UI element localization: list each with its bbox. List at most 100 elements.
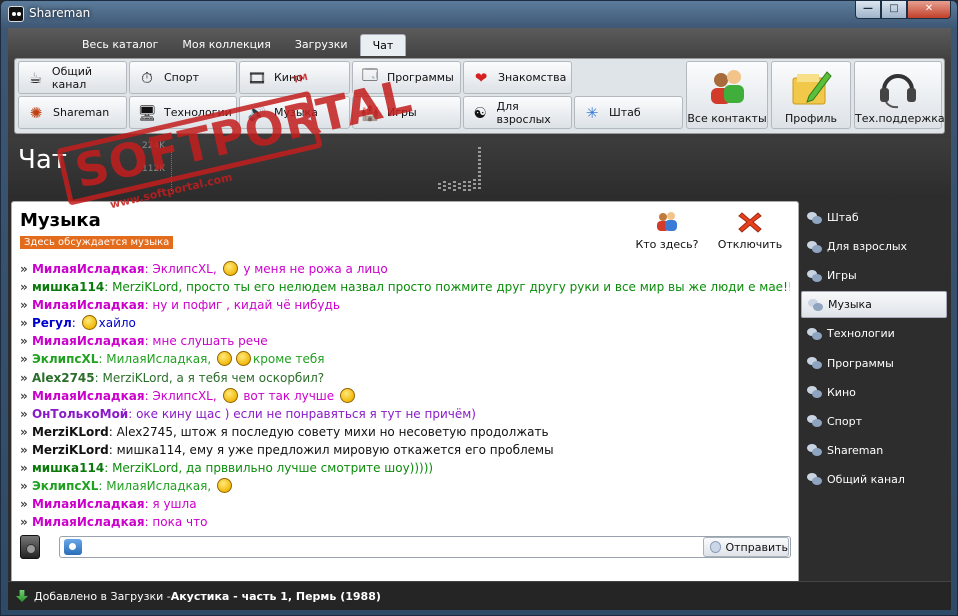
room-item[interactable]: Технологии	[801, 320, 947, 347]
minimize-button[interactable]: —	[855, 1, 881, 19]
app-window: Shareman — □ ✕ Весь каталог Моя коллекци…	[0, 0, 958, 616]
shareman-logo-icon	[8, 6, 24, 22]
message-bullet: »	[20, 352, 32, 367]
chat-bubbles-icon	[808, 298, 824, 312]
tab-downloads[interactable]: Загрузки	[283, 34, 360, 56]
main-tabs: Весь каталог Моя коллекция Загрузки Чат	[70, 34, 407, 56]
room-label: Программы	[827, 356, 894, 370]
room-item[interactable]: Спорт	[801, 408, 947, 435]
channel-label: Знакомства	[498, 71, 567, 84]
chat-message: » ЭклипсXL: МилаяИсладкая, кроме тебя	[20, 350, 790, 368]
film-icon: 🎞	[247, 68, 267, 87]
message-author[interactable]: МилаяИсладкая	[32, 389, 145, 403]
chat-message: » Alex2745: MerziKLord, а я тебя чем оск…	[20, 369, 790, 387]
chat-message: » ЭклипсXL: МилаяИсладкая,	[20, 477, 790, 495]
message-input[interactable]	[86, 538, 701, 556]
message-author[interactable]: MerziKLord	[32, 425, 109, 439]
status-prefix: Добавлено в Загрузки -	[34, 589, 171, 603]
emoticon-picker-icon[interactable]	[64, 539, 82, 555]
message-author[interactable]: MerziKLord	[32, 443, 109, 457]
message-text: у меня не рожа а лицо	[239, 262, 388, 276]
channel-programs-button[interactable]: 🗔 Программы	[352, 61, 461, 94]
channel-dating-button[interactable]: ❤ Знакомства	[463, 61, 572, 94]
leave-room-button[interactable]: Отключить	[717, 210, 783, 251]
room-item[interactable]: Кино	[801, 379, 947, 406]
message-author[interactable]: Регул	[32, 316, 72, 330]
message-author[interactable]: МилаяИсладкая	[32, 298, 145, 312]
message-bullet: »	[20, 442, 32, 457]
channel-label: Для взрослых	[496, 99, 551, 126]
channel-general-button[interactable]: ☕ Общий канал	[18, 61, 127, 94]
message-text: MerziKLord, да прввильно лучше смотрите …	[112, 461, 434, 476]
who-is-here-label: Кто здесь?	[635, 238, 699, 251]
shareman-icon: ✺	[29, 103, 43, 122]
channel-shareman-button[interactable]: ✺ Shareman	[18, 96, 127, 129]
channel-adult-button[interactable]: ☯ Для взрослых	[463, 96, 572, 129]
smiley-icon	[339, 387, 355, 403]
room-item[interactable]: Для взрослых	[801, 233, 947, 260]
all-contacts-button[interactable]: Все контакты	[686, 61, 768, 129]
channel-hq-button[interactable]: ✳ Штаб	[574, 96, 683, 129]
message-author[interactable]: ОнТолькоМой	[32, 407, 128, 421]
status-item: Акустика - часть 1, Пермь (1988)	[170, 589, 381, 603]
room-item[interactable]: Общий канал	[801, 466, 947, 493]
close-button[interactable]: ✕	[907, 1, 951, 19]
send-icon	[710, 541, 722, 553]
message-bullet: »	[20, 298, 32, 313]
profile-button[interactable]: Профиль	[771, 61, 851, 129]
tech-support-button[interactable]: Тех.поддержка	[854, 61, 945, 129]
channel-label: Shareman	[53, 106, 110, 119]
heart-icon: ❤	[474, 68, 488, 87]
channel-tech-button[interactable]: 🖥 Технологии	[129, 96, 237, 129]
message-author[interactable]: МилаяИсладкая	[32, 262, 145, 276]
maximize-button[interactable]: □	[881, 1, 907, 19]
chat-message: » мишка114: MerziKLord, да прввильно луч…	[20, 459, 790, 477]
message-author[interactable]: мишка114	[32, 280, 104, 294]
message-text: MerziKLord, просто ты его нелюдем назвал…	[112, 280, 790, 295]
sound-toggle-icon[interactable]	[20, 535, 40, 559]
message-author[interactable]: мишка114	[32, 461, 104, 475]
chat-message: » МилаяИсладкая: ЭклипсXL, вот так лучше	[20, 387, 790, 405]
channel-label: Игры	[387, 106, 417, 119]
channel-label: Штаб	[609, 106, 641, 119]
message-bullet: »	[20, 479, 32, 494]
chat-bubbles-icon	[807, 414, 823, 428]
message-author[interactable]: Alex2745	[32, 371, 95, 385]
window-title: Shareman	[29, 6, 91, 20]
message-bullet: »	[20, 388, 32, 403]
room-item[interactable]: Музыка	[801, 291, 947, 319]
message-author[interactable]: ЭклипсXL	[32, 479, 98, 493]
message-author[interactable]: МилаяИсладкая	[32, 334, 145, 348]
chat-message: » мишка114: MerziKLord, просто ты его не…	[20, 278, 790, 296]
room-item[interactable]: Программы	[801, 350, 947, 377]
channel-sport-button[interactable]: ⏱ Спорт	[129, 61, 237, 94]
chat-bubbles-icon	[807, 327, 823, 341]
tab-chat[interactable]: Чат	[359, 34, 407, 56]
support-label: Тех.поддержка	[855, 112, 945, 125]
message-text: МилаяИсладкая,	[106, 479, 215, 494]
message-author[interactable]: МилаяИсладкая	[32, 515, 145, 529]
who-is-here-button[interactable]: Кто здесь?	[635, 210, 699, 251]
channel-label: Общий канал	[51, 64, 93, 91]
channel-label: Музыка	[274, 106, 318, 119]
tab-my-collection[interactable]: Моя коллекция	[170, 34, 282, 56]
message-author[interactable]: МилаяИсладкая	[32, 497, 145, 511]
message-separator: :	[128, 406, 137, 421]
tab-catalog[interactable]: Весь каталог	[70, 34, 170, 56]
channel-games-button[interactable]: 🏰 Игры	[352, 96, 461, 129]
room-item[interactable]: Штаб	[801, 204, 947, 231]
smiley-icon	[81, 315, 97, 331]
channel-cinema-button[interactable]: 🎞 Кино	[239, 61, 350, 94]
message-bullet: »	[20, 424, 32, 439]
message-text: ЭклипсXL,	[152, 262, 221, 276]
title-bar[interactable]: Shareman — □ ✕	[1, 1, 957, 27]
message-text: пока что	[152, 515, 208, 530]
speaker-icon: 🔊	[247, 103, 267, 122]
channel-music-button[interactable]: 🔊 Музыка	[239, 96, 350, 129]
message-text: мишка114, ему я уже предложил мировую от…	[116, 442, 554, 457]
room-item[interactable]: Игры	[801, 262, 947, 289]
room-item[interactable]: Shareman	[801, 437, 947, 464]
message-text: оке кину щас ) если не понравяться я тут…	[136, 406, 476, 421]
send-button[interactable]: Отправить	[703, 537, 789, 557]
message-author[interactable]: ЭклипсXL	[32, 352, 98, 366]
